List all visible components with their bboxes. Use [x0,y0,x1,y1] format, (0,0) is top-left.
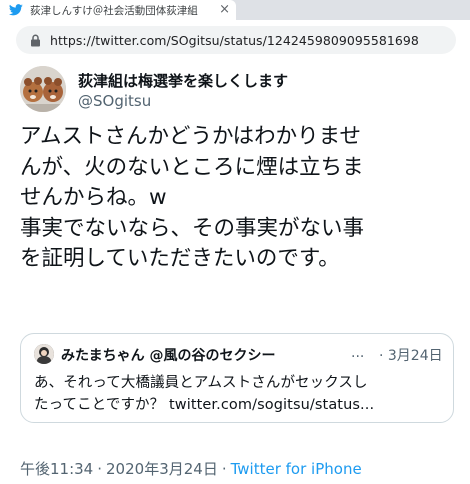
avatar[interactable] [20,66,66,112]
tweet-text-line: アムストさんかどうかはわかりませ [20,124,361,149]
address-bar: https://twitter.com/SOgitsu/status/12424… [0,20,470,62]
user-handle[interactable]: @SOgitsu [78,92,151,110]
quoted-date[interactable]: · 3月24日 [379,345,443,365]
quoted-author-name[interactable]: みたまちゃん @風の谷のセクシー [61,345,275,365]
quoted-tweet[interactable]: みたまちゃん @風の谷のセクシー ... · 3月24日 あ、それって大橋議員と… [20,333,454,423]
tweet-time[interactable]: 午後11:34 [20,460,93,478]
quoted-text: あ、それって大橋議員とアムストさんがセックスし たってことですか？ twitte… [34,372,444,416]
meta-separator: · [221,460,227,478]
meta-separator: · [97,460,103,478]
twitter-bird-icon [8,2,24,18]
tweet-text: アムストさんかどうかはわかりませ んが、火のないところに煙は立ちま せんからね。… [20,122,460,275]
quoted-avatar[interactable] [34,344,54,364]
tweet-source-link[interactable]: Twitter for iPhone [231,460,362,478]
url-text[interactable]: https://twitter.com/SOgitsu/status/12424… [50,33,419,48]
omnibox[interactable]: https://twitter.com/SOgitsu/status/12424… [16,26,456,54]
quoted-text-line: たってことですか？ twitter.com/sogitsu/status... [34,397,375,413]
tweet-metadata: 午後11:34 · 2020年3月24日 · Twitter for iPhone [20,458,362,479]
tweet-text-line: んが、火のないところに煙は立ちま [20,154,364,180]
tweet-date[interactable]: 2020年3月24日 [106,460,218,478]
display-name[interactable]: 荻津組は梅選挙を楽しくします [78,70,288,91]
lock-icon[interactable] [28,33,42,47]
tab-close-icon[interactable]: × [219,2,230,18]
quoted-name-ellipsis: ... [351,345,365,361]
tab-title: 荻津しんすけ＠社会活動団体荻津組 [30,4,198,17]
tweet-text-line: せんからね。w [20,185,167,210]
tweet-text-line: を証明していただきたいのです。 [20,246,340,271]
tweet-text-line: 事実でないなら、その事実がない事 [20,215,365,241]
browser-tab[interactable]: 荻津しんすけ＠社会活動団体荻津組 × [0,0,236,20]
quoted-text-line: あ、それって大橋議員とアムストさんがセックスし [34,375,368,391]
browser-tab-bar: 荻津しんすけ＠社会活動団体荻津組 × [0,0,470,20]
